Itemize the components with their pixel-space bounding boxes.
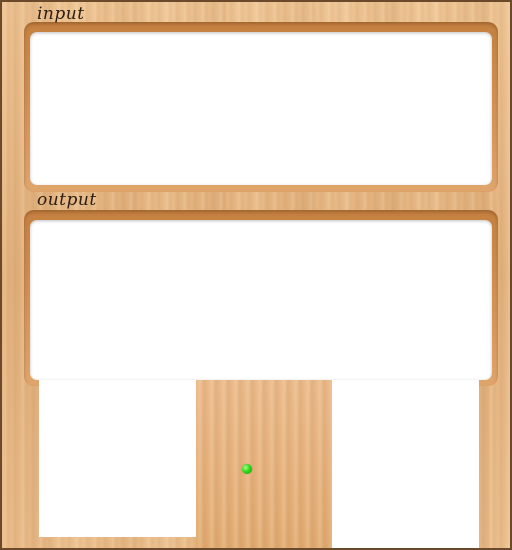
left-blank-panel <box>39 380 196 537</box>
output-label: output <box>37 190 97 210</box>
input-textarea[interactable] <box>30 32 492 185</box>
right-blank-panel <box>332 380 479 548</box>
wood-frame: input output <box>0 0 512 550</box>
green-dot-icon[interactable] <box>242 464 252 474</box>
input-label: input <box>37 4 85 24</box>
center-wood-panel[interactable] <box>196 380 332 548</box>
output-textarea <box>30 220 492 380</box>
